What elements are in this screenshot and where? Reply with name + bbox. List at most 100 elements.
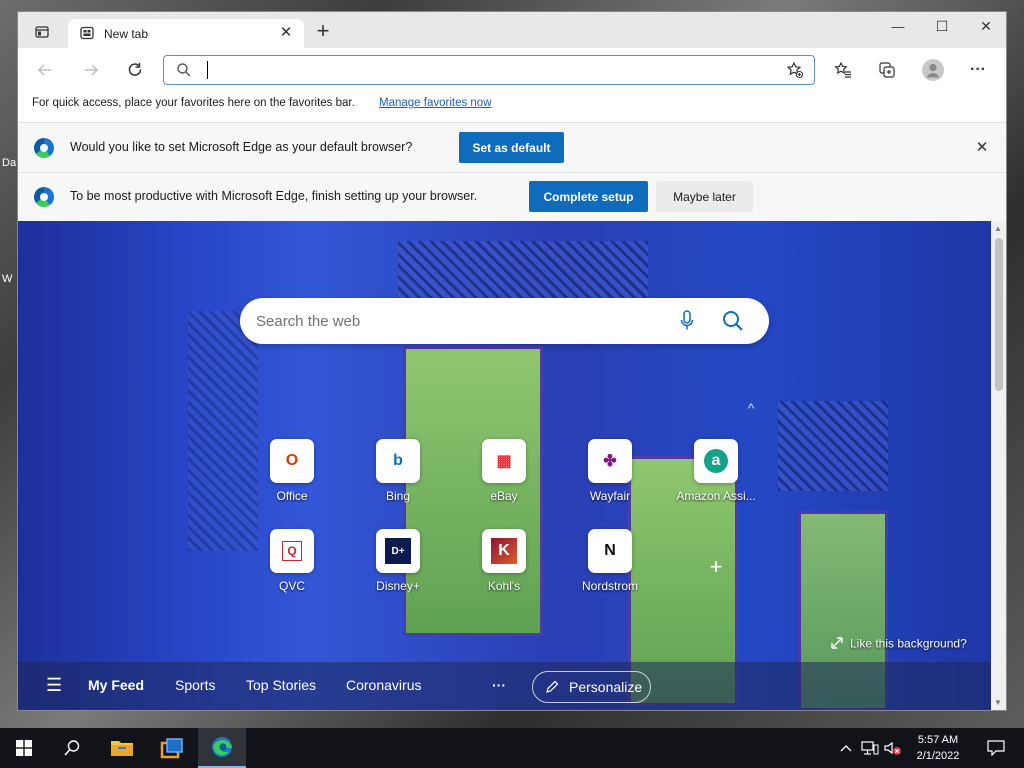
maybe-later-button[interactable]: Maybe later [656,181,753,212]
system-clock[interactable]: 5:57 AM 2/1/2022 [906,732,970,764]
set-as-default-button[interactable]: Set as default [459,132,564,163]
maximize-button[interactable]: ☐ [920,12,964,40]
new-tab-favicon-icon [80,26,94,40]
search-placeholder: Search the web [256,313,361,330]
quick-link-disney-plus[interactable]: D+ [376,529,420,573]
back-icon[interactable] [32,57,58,83]
amazon-assistant-icon: a [704,449,728,473]
address-bar[interactable] [163,55,815,85]
edge-logo-icon [34,187,54,207]
quick-link-amazon[interactable]: a [694,439,738,483]
tab-title: New tab [104,27,149,41]
quick-link-label: Bing [385,489,411,503]
settings-more-button[interactable]: ··· [964,57,992,83]
microphone-icon[interactable] [680,310,694,335]
quick-link-label: QVC [278,579,305,593]
default-browser-infobar: Would you like to set Microsoft Edge as … [18,122,1006,172]
feed-tab-my-feed[interactable]: My Feed [88,677,144,693]
scroll-up-icon[interactable]: ▲ [994,224,1002,233]
start-button[interactable] [0,728,48,768]
feed-tab-coronavirus[interactable]: Coronavirus [346,677,421,693]
server-manager-icon[interactable] [148,728,196,768]
search-icon [176,62,192,81]
volume-muted-icon[interactable] [882,728,904,768]
quick-link-kohls[interactable]: K [482,529,526,573]
disney-plus-icon: D+ [385,538,411,564]
collections-icon[interactable] [874,57,900,83]
pencil-icon [545,680,559,697]
file-explorer-icon[interactable] [98,728,146,768]
navigation-toolbar: ··· [18,48,1006,88]
web-search-box[interactable]: Search the web [240,298,769,344]
quick-link-bing[interactable]: b [376,439,420,483]
quick-link-label: Disney+ [376,579,420,593]
tab-actions-icon[interactable] [32,22,52,42]
collapse-quick-links-icon[interactable]: ^ [742,399,760,417]
quick-link-qvc[interactable]: Q [270,529,314,573]
favorites-icon[interactable] [830,57,856,83]
bing-icon: b [393,452,403,469]
minimize-button[interactable]: — [876,12,920,40]
favorites-bar-message: For quick access, place your favorites h… [32,97,355,109]
manage-favorites-link[interactable]: Manage favorites now [379,97,492,109]
nordstrom-icon: N [604,542,616,559]
desktop-icon-label: W [2,273,13,285]
refresh-icon[interactable] [122,57,148,83]
clock-date: 2/1/2022 [916,750,960,762]
page-scrollbar[interactable]: ▲ ▼ [991,221,1006,710]
feed-navigation-bar: ☰ My Feed Sports Top Stories Coronavirus… [18,662,991,710]
tab-new-tab[interactable]: New tab ✕ [68,19,304,48]
add-quick-link-button[interactable]: + [704,554,728,579]
show-hidden-icons-icon[interactable] [836,728,856,768]
personalize-button[interactable]: Personalize [532,671,651,703]
tab-close-icon[interactable]: ✕ [276,23,296,43]
quick-link-wayfair[interactable]: ✤ [588,439,632,483]
quick-link-label: Wayfair [589,489,631,503]
quick-link-ebay[interactable]: ▦ [482,439,526,483]
quick-link-office[interactable]: O [270,439,314,483]
notifications-icon[interactable] [972,728,1020,768]
like-background-button[interactable]: Like this background? [830,636,967,653]
feed-tab-sports[interactable]: Sports [175,677,215,693]
ebay-icon: ▦ [496,453,512,470]
edge-logo-icon [34,138,54,158]
feed-tab-top-stories[interactable]: Top Stories [246,677,316,693]
scrollbar-thumb[interactable] [995,238,1003,391]
infobar-message: Would you like to set Microsoft Edge as … [70,140,413,154]
profile-avatar[interactable] [920,57,946,83]
network-icon[interactable] [858,728,882,768]
background-decor [398,241,648,301]
forward-icon[interactable] [78,57,104,83]
kohls-icon: K [491,538,517,564]
background-decor [778,401,888,491]
taskbar: 5:57 AM 2/1/2022 [0,728,1024,768]
taskbar-search-icon[interactable] [48,728,96,768]
quick-link-label: Office [276,489,308,503]
complete-setup-button[interactable]: Complete setup [529,181,648,212]
expand-arrows-icon [830,636,844,653]
infobar-close-icon[interactable]: ✕ [971,136,993,158]
browser-window: New tab ✕ + — ☐ ✕ ··· For quick access, … [17,11,1007,711]
favorites-bar: For quick access, place your favorites h… [18,88,1006,122]
quick-link-label: Kohl's [487,579,521,593]
clock-time: 5:57 AM [917,734,959,746]
close-window-button[interactable]: ✕ [964,12,1006,40]
add-favorite-icon[interactable] [786,61,804,82]
taskbar-edge-icon[interactable] [198,728,246,768]
background-decor [188,311,258,551]
new-tab-button[interactable]: + [312,20,334,42]
qvc-icon: Q [282,541,302,561]
search-submit-icon[interactable] [722,310,744,335]
infobar-message: To be most productive with Microsoft Edg… [70,189,478,203]
text-caret [207,61,208,79]
scroll-down-icon[interactable]: ▼ [994,698,1002,707]
feed-menu-icon[interactable]: ☰ [46,675,62,696]
office-icon: O [285,452,299,469]
feed-more-button[interactable]: ··· [492,677,506,693]
wayfair-icon: ✤ [603,453,617,470]
new-tab-page: Search the web ^ O Office b Bing ▦ eBay … [18,221,991,710]
address-input[interactable] [204,60,764,80]
quick-link-nordstrom[interactable]: N [588,529,632,573]
like-background-label: Like this background? [850,636,967,651]
tab-strip: New tab ✕ + — ☐ ✕ [18,12,1006,48]
